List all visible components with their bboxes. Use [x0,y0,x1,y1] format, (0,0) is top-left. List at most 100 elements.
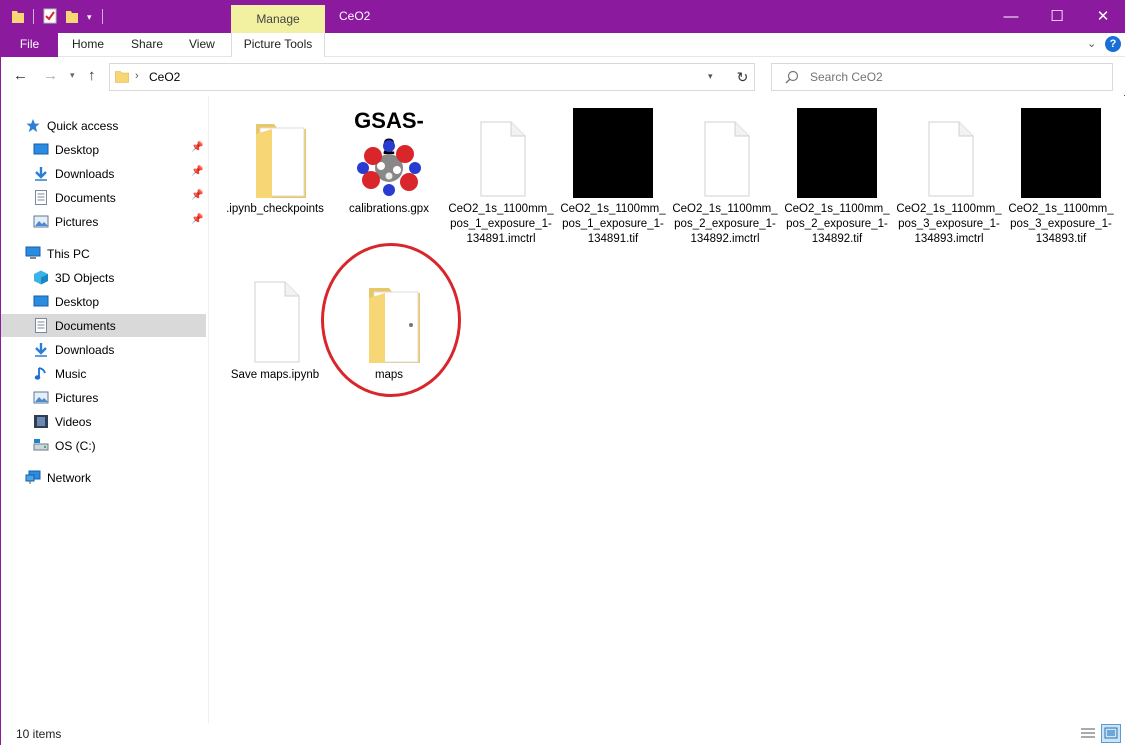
tab-picture-tools[interactable]: Picture Tools [231,33,325,57]
file-item[interactable]: CeO2_1s_1100mm_pos_2_exposure_1-134892.i… [671,96,779,266]
sidebar-item-pictures[interactable]: Pictures 📌 [1,210,206,233]
sidebar-item-label: Documents [55,191,116,205]
sidebar-item-downloads-pc[interactable]: Downloads [1,338,206,361]
document-file-icon [254,281,300,363]
file-item[interactable]: CeO2_1s_1100mm_pos_3_exposure_1-134893.t… [1007,96,1115,266]
sidebar-item-downloads[interactable]: Downloads 📌 [1,162,206,185]
breadcrumb[interactable]: CeO2 [149,70,180,84]
download-icon [35,167,47,181]
details-view-icon[interactable] [1079,725,1097,742]
minimize-button[interactable]: — [988,0,1034,33]
file-item[interactable]: CeO2_1s_1100mm_pos_1_exposure_1-134891.t… [559,96,667,266]
network-icon [25,470,41,484]
sidebar-item-pictures-pc[interactable]: Pictures [1,386,206,409]
image-thumbnail [1021,108,1101,198]
sidebar-item-3d-objects[interactable]: 3D Objects [1,266,206,289]
help-button[interactable]: ? [1105,36,1121,52]
search-box[interactable] [771,63,1113,91]
download-icon [35,343,47,357]
document-file-icon [480,121,526,197]
sidebar-item-label: Downloads [55,167,115,181]
sidebar-item-label: OS (C:) [55,439,96,453]
large-icons-view-icon [1104,727,1118,739]
maximize-button[interactable]: ☐ [1034,0,1080,33]
gsas-thumbnail: GSAS-2 [349,106,429,198]
pictures-icon [33,391,49,404]
sidebar-item-label: Desktop [55,143,100,157]
sidebar-item-os-drive[interactable]: OS (C:) [1,434,206,457]
folder-icon [115,71,129,83]
up-arrow-icon[interactable]: ↑ [88,67,96,84]
molecule-icon [357,140,421,196]
file-item[interactable]: GSAS-2 calibrations.gpx [335,96,443,256]
sidebar-item-desktop[interactable]: Desktop 📌 [1,138,206,161]
sidebar-item-documents[interactable]: Documents 📌 [1,186,206,209]
sidebar-item-label: Quick access [47,119,119,133]
file-item[interactable]: CeO2_1s_1100mm_pos_1_exposure_1-134891.i… [447,96,555,266]
expand-ribbon-icon[interactable]: ⌄ [1087,37,1096,50]
music-icon [34,367,46,380]
sidebar-item-network[interactable]: Network [1,466,206,489]
file-list: .ipynb_checkpoints GSAS-2 [209,96,1125,723]
forward-arrow-icon[interactable]: → [43,67,58,84]
file-item[interactable]: Save maps.ipynb [221,262,329,392]
address-dropdown-icon[interactable]: ▾ [708,71,713,82]
folder-icon[interactable] [11,8,25,24]
pictures-icon [33,215,49,228]
file-name: CeO2_1s_1100mm_pos_2_exposure_1-134892.t… [784,203,890,245]
file-name: Save maps.ipynb [230,369,320,381]
file-name: CeO2_1s_1100mm_pos_2_exposure_1-134892.i… [672,203,778,245]
tab-share[interactable]: Share [131,33,163,57]
sidebar-item-videos[interactable]: Videos [1,410,206,433]
tab-home[interactable]: Home [72,33,104,57]
desktop-icon [33,295,49,307]
refresh-button[interactable]: ↻ [731,63,755,91]
back-arrow-icon[interactable]: ← [13,67,28,84]
ribbon: File Home Share View Picture Tools ⌄ ? [1,33,1125,57]
recent-locations-icon[interactable]: ▾ [70,70,75,81]
cube-icon [34,270,48,285]
file-name: .ipynb_checkpoints [226,203,324,215]
quick-access-divider [102,9,103,24]
sidebar-item-music[interactable]: Music [1,362,206,385]
search-input[interactable] [810,68,1100,86]
file-name: calibrations.gpx [349,203,429,215]
sidebar-item-label: Documents [55,319,116,333]
large-icons-view-button[interactable] [1101,724,1121,743]
file-item[interactable]: CeO2_1s_1100mm_pos_3_exposure_1-134893.i… [895,96,1003,266]
pin-icon[interactable]: 📌 [191,214,203,225]
sidebar-item-this-pc[interactable]: This PC [1,242,206,265]
manage-tab[interactable]: Manage [231,5,325,33]
customize-toolbar-icon[interactable]: ▾ [87,12,92,23]
item-count: 10 items [16,727,62,741]
film-icon [34,415,48,428]
pin-icon[interactable]: 📌 [191,190,203,201]
sidebar-item-quick-access[interactable]: Quick access [1,114,206,137]
search-icon [785,70,799,84]
properties-icon[interactable] [43,8,57,24]
window-title: CeO2 [339,9,371,23]
sidebar-item-label: Videos [55,415,92,429]
tab-view[interactable]: View [189,33,215,57]
address-bar[interactable]: › CeO2 ▾ [109,63,755,91]
navigation-bar: ← → ▾ ↑ › CeO2 ▾ ↻ [1,57,1125,95]
document-icon [35,190,47,205]
breadcrumb-separator[interactable]: › [135,70,139,82]
file-name: CeO2_1s_1100mm_pos_3_exposure_1-134893.i… [896,203,1002,245]
file-item[interactable]: .ipynb_checkpoints [221,96,329,256]
file-name: CeO2_1s_1100mm_pos_1_exposure_1-134891.t… [560,203,666,245]
pin-icon[interactable]: 📌 [191,166,203,177]
file-name: CeO2_1s_1100mm_pos_3_exposure_1-134893.t… [1008,203,1114,245]
sidebar-item-documents-pc[interactable]: Documents [1,314,206,337]
quick-access-divider [33,9,34,24]
sidebar-item-desktop-pc[interactable]: Desktop [1,290,206,313]
close-button[interactable]: ✕ [1080,0,1125,33]
star-icon [26,118,40,133]
new-folder-icon[interactable] [65,8,79,24]
pin-icon[interactable]: 📌 [191,142,203,153]
document-icon [35,318,47,333]
tab-file[interactable]: File [1,33,58,57]
file-item[interactable]: CeO2_1s_1100mm_pos_2_exposure_1-134892.t… [783,96,891,266]
desktop-icon [33,143,49,155]
explorer-window: ▾ Manage CeO2 — ☐ ✕ File Home Share View… [0,0,1125,745]
